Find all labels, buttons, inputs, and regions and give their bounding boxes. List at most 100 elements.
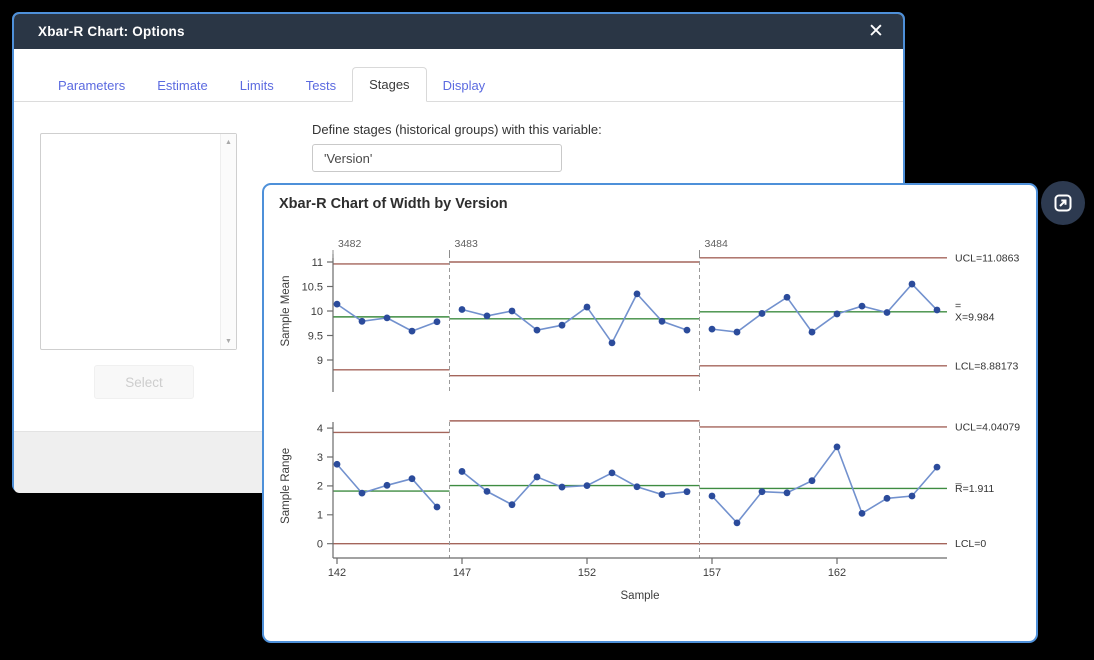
x-tick-label: 152 [578, 567, 596, 579]
data-point[interactable] [634, 483, 641, 490]
data-point[interactable] [834, 311, 841, 318]
data-point[interactable] [384, 482, 391, 489]
chart-window: Xbar-R Chart of Width by Version 99.5101… [262, 183, 1038, 643]
data-point[interactable] [659, 318, 666, 325]
stages-field: Define stages (historical groups) with t… [312, 122, 602, 172]
data-point[interactable] [534, 327, 541, 334]
control-chart-svg: 99.51010.511Sample MeanUCL=11.0863LCL=8.… [264, 185, 1038, 643]
y-axis-title: Sample Range [280, 448, 292, 524]
data-point[interactable] [684, 327, 691, 334]
scrollbar-down-icon[interactable]: ▼ [221, 333, 236, 349]
data-point[interactable] [559, 484, 566, 491]
series-line [712, 284, 937, 332]
data-point[interactable] [809, 477, 816, 484]
data-point[interactable] [759, 310, 766, 317]
stages-label: Define stages (historical groups) with t… [312, 122, 602, 137]
data-point[interactable] [684, 488, 691, 495]
lcl-label: LCL=0 [955, 538, 986, 550]
data-point[interactable] [659, 491, 666, 498]
data-point[interactable] [634, 290, 641, 297]
data-point[interactable] [334, 301, 341, 308]
y-tick-label: 0 [317, 539, 323, 551]
data-point[interactable] [559, 322, 566, 329]
open-in-new-icon [1052, 192, 1074, 214]
data-point[interactable] [834, 443, 841, 450]
data-point[interactable] [384, 314, 391, 321]
x-tick-label: 147 [453, 567, 471, 579]
data-point[interactable] [934, 307, 941, 314]
data-point[interactable] [734, 519, 741, 526]
y-tick-label: 10.5 [302, 281, 323, 293]
data-point[interactable] [459, 468, 466, 475]
stage-label: 3484 [705, 238, 729, 250]
stage-variable-input[interactable] [312, 144, 562, 172]
tab-estimate[interactable]: Estimate [141, 69, 224, 102]
close-button[interactable]: ✕ [859, 14, 893, 49]
tab-bar: ParametersEstimateLimitsTestsStagesDispl… [14, 64, 903, 102]
data-point[interactable] [884, 309, 891, 316]
data-point[interactable] [784, 489, 791, 496]
data-point[interactable] [934, 464, 941, 471]
scrollbar-up-icon[interactable]: ▲ [221, 134, 236, 150]
data-point[interactable] [784, 294, 791, 301]
data-point[interactable] [409, 328, 416, 335]
dialog-titlebar: Xbar-R Chart: Options ✕ [14, 14, 903, 49]
data-point[interactable] [609, 339, 616, 346]
data-point[interactable] [434, 504, 441, 511]
data-point[interactable] [709, 326, 716, 333]
data-point[interactable] [909, 493, 916, 500]
data-point[interactable] [709, 493, 716, 500]
data-point[interactable] [434, 318, 441, 325]
data-point[interactable] [584, 304, 591, 311]
y-tick-label: 11 [312, 257, 323, 269]
x-axis-title: Sample [621, 590, 660, 602]
data-point[interactable] [359, 318, 366, 325]
data-point[interactable] [609, 469, 616, 476]
center-label: X=9.984 [955, 311, 995, 323]
open-in-new-window-button[interactable] [1041, 181, 1085, 225]
data-point[interactable] [534, 474, 541, 481]
listbox-scrollbar[interactable]: ▲ ▼ [220, 134, 236, 349]
center-label: R̅=1.911 [954, 483, 994, 495]
data-point[interactable] [809, 329, 816, 336]
data-point[interactable] [509, 501, 516, 508]
y-tick-label: 9 [317, 355, 323, 367]
x-tick-label: 162 [828, 567, 846, 579]
data-point[interactable] [909, 281, 916, 288]
tab-display[interactable]: Display [427, 69, 502, 102]
data-point[interactable] [859, 303, 866, 310]
data-point[interactable] [584, 482, 591, 489]
y-tick-label: 4 [317, 423, 323, 435]
screen: Xbar-R Chart: Options ✕ ParametersEstima… [0, 0, 1094, 660]
ucl-label: UCL=4.04079 [955, 421, 1020, 433]
stage-label: 3483 [455, 238, 479, 250]
data-point[interactable] [884, 495, 891, 502]
ucl-label: UCL=11.0863 [955, 252, 1019, 264]
data-point[interactable] [334, 461, 341, 468]
y-tick-label: 3 [317, 452, 323, 464]
dialog-title: Xbar-R Chart: Options [14, 24, 185, 39]
variable-listbox[interactable]: ▲ ▼ [40, 133, 237, 350]
y-tick-label: 2 [317, 481, 323, 493]
data-point[interactable] [484, 488, 491, 495]
data-point[interactable] [459, 306, 466, 313]
data-point[interactable] [734, 329, 741, 336]
select-button[interactable]: Select [94, 365, 194, 399]
tab-limits[interactable]: Limits [224, 69, 290, 102]
data-point[interactable] [759, 488, 766, 495]
data-point[interactable] [409, 475, 416, 482]
series-line [462, 471, 687, 504]
data-point[interactable] [484, 313, 491, 320]
y-tick-label: 9.5 [308, 330, 323, 342]
data-point[interactable] [509, 308, 516, 315]
x-tick-label: 142 [328, 567, 346, 579]
tab-stages[interactable]: Stages [352, 67, 426, 102]
y-axis-title: Sample Mean [280, 276, 292, 347]
close-icon: ✕ [868, 20, 884, 43]
y-tick-label: 10 [311, 306, 323, 318]
tab-tests[interactable]: Tests [290, 69, 352, 102]
data-point[interactable] [859, 510, 866, 517]
y-tick-label: 1 [317, 510, 323, 522]
data-point[interactable] [359, 490, 366, 497]
tab-parameters[interactable]: Parameters [42, 69, 141, 102]
